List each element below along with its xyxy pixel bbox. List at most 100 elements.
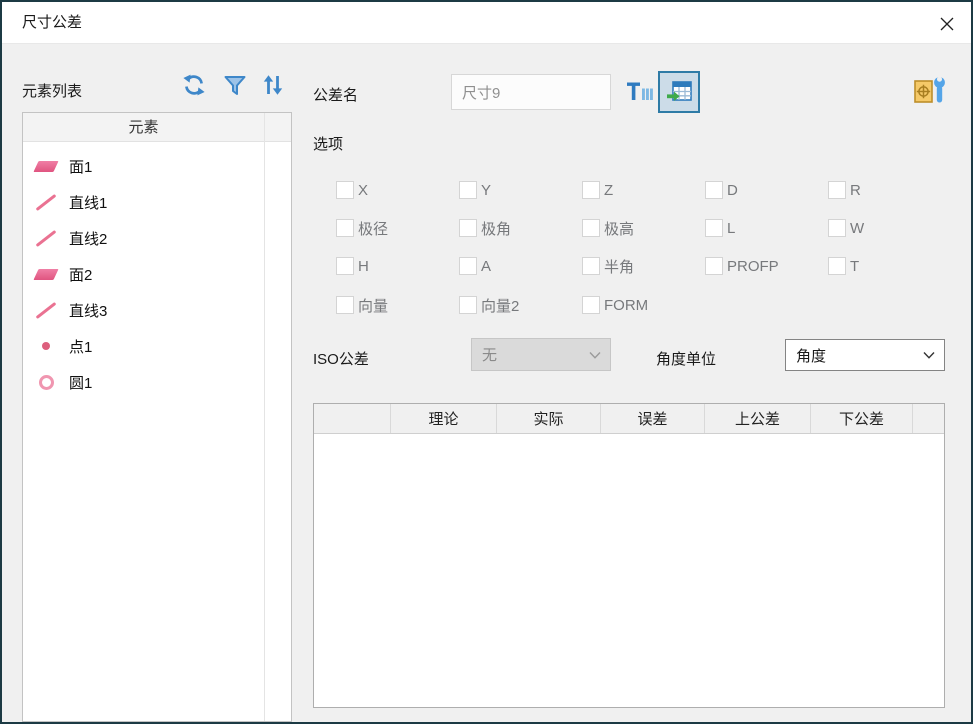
option-W: W [828, 216, 951, 240]
angle-unit-value: 角度 [796, 345, 826, 366]
checkbox-label: R [850, 182, 861, 199]
tolerance-name-input[interactable] [451, 74, 611, 110]
option-R: R [828, 178, 951, 202]
option-向量2: 向量2 [459, 293, 582, 317]
text-label-icon[interactable] [627, 80, 653, 109]
option-极角: 极角 [459, 216, 582, 240]
checkbox-H[interactable] [336, 257, 354, 275]
dialog-title: 尺寸公差 [22, 2, 82, 44]
option-PROFP: PROFP [705, 254, 828, 278]
element-list-item[interactable]: 直线3 [23, 292, 263, 328]
results-col-header: 误差 [601, 404, 705, 433]
checkbox-label: X [358, 182, 368, 199]
element-list-item[interactable]: 面1 [23, 148, 263, 184]
checkbox-label: L [727, 220, 735, 237]
element-list-header: 元素 [23, 113, 291, 142]
element-item-label: 面1 [69, 156, 92, 177]
option-FORM: FORM [582, 293, 705, 317]
option-T: T [828, 254, 951, 278]
options-row: XYZDR [336, 178, 956, 202]
option-X: X [336, 178, 459, 202]
options-row: 向量 向量2 FORM [336, 293, 956, 317]
checkbox-L[interactable] [705, 219, 723, 237]
option-H: H [336, 254, 459, 278]
element-item-label: 面2 [69, 264, 92, 285]
point-icon [42, 342, 50, 350]
close-icon[interactable] [935, 12, 959, 36]
checkbox-R[interactable] [828, 181, 846, 199]
tolerance-tools-icon[interactable] [908, 72, 948, 115]
plane-icon [33, 161, 58, 172]
checkbox-X[interactable] [336, 181, 354, 199]
iso-tolerance-label: ISO公差 [313, 348, 369, 369]
results-col-header: 理论 [391, 404, 497, 433]
checkbox-T[interactable] [828, 257, 846, 275]
line-icon [36, 301, 57, 318]
element-list-item[interactable]: 点1 [23, 328, 263, 364]
chevron-down-icon [923, 347, 935, 364]
checkbox-极高[interactable] [582, 219, 600, 237]
options-row: H A 半角 PROFP T [336, 254, 956, 278]
option-D: D [705, 178, 828, 202]
results-col-header-empty [913, 404, 944, 433]
checkbox-label: H [358, 258, 369, 275]
iso-tolerance-select: 无 [471, 338, 611, 371]
results-col-header-empty [314, 404, 391, 433]
refresh-icon[interactable] [182, 73, 206, 102]
element-list-item[interactable]: 直线2 [23, 220, 263, 256]
window-border [0, 0, 973, 2]
element-list-item[interactable]: 直线1 [23, 184, 263, 220]
checkbox-极角[interactable] [459, 219, 477, 237]
element-item-label: 直线3 [69, 300, 107, 321]
options-label: 选项 [313, 133, 343, 154]
checkbox-label: 极角 [481, 218, 511, 239]
option-L: L [705, 216, 828, 240]
checkbox-向量2[interactable] [459, 296, 477, 314]
checkbox-Y[interactable] [459, 181, 477, 199]
filter-icon[interactable] [224, 75, 246, 102]
checkbox-label: FORM [604, 297, 648, 314]
checkbox-Z[interactable] [582, 181, 600, 199]
checkbox-PROFP[interactable] [705, 257, 723, 275]
results-table: 理论实际误差上公差下公差 [313, 403, 945, 708]
checkbox-向量[interactable] [336, 296, 354, 314]
checkbox-label: W [850, 220, 864, 237]
checkbox-label: D [727, 182, 738, 199]
checkbox-label: PROFP [727, 258, 779, 275]
option-向量: 向量 [336, 293, 459, 317]
insert-table-icon [666, 79, 693, 105]
line-icon [36, 229, 57, 246]
line-icon [36, 193, 57, 210]
results-col-header: 下公差 [811, 404, 913, 433]
element-list-item[interactable]: 面2 [23, 256, 263, 292]
options-row: 极径极角极高LW [336, 216, 956, 240]
element-list: 元素 面1 直线1直线2 面2 直线3 点1 圆1 [22, 112, 292, 722]
option-A: A [459, 254, 582, 278]
angle-unit-select[interactable]: 角度 [785, 339, 945, 371]
dimension-tolerance-dialog: 尺寸公差 元素列表 元素 面1 直线1直线2 面2 直线3 点1 圆1 [0, 0, 973, 724]
checkbox-FORM[interactable] [582, 296, 600, 314]
checkbox-D[interactable] [705, 181, 723, 199]
plane-icon [33, 269, 58, 280]
insert-table-button[interactable] [658, 71, 700, 113]
checkbox-半角[interactable] [582, 257, 600, 275]
tolerance-name-label: 公差名 [313, 84, 358, 105]
element-item-label: 圆1 [69, 372, 92, 393]
element-list-title: 元素列表 [22, 80, 82, 101]
circle-icon [39, 375, 54, 390]
checkbox-W[interactable] [828, 219, 846, 237]
sort-icon[interactable] [259, 72, 286, 103]
checkbox-label: 极径 [358, 218, 388, 239]
angle-unit-label: 角度单位 [656, 348, 716, 369]
checkbox-极径[interactable] [336, 219, 354, 237]
checkbox-label: 向量2 [481, 295, 519, 316]
element-list-item[interactable]: 圆1 [23, 364, 263, 400]
option-Z: Z [582, 178, 705, 202]
element-item-label: 点1 [69, 336, 92, 357]
checkbox-label: Y [481, 182, 491, 199]
checkbox-A[interactable] [459, 257, 477, 275]
results-col-header: 实际 [497, 404, 601, 433]
results-col-header: 上公差 [705, 404, 811, 433]
checkbox-label: 半角 [604, 256, 634, 277]
chevron-down-icon [589, 346, 601, 363]
